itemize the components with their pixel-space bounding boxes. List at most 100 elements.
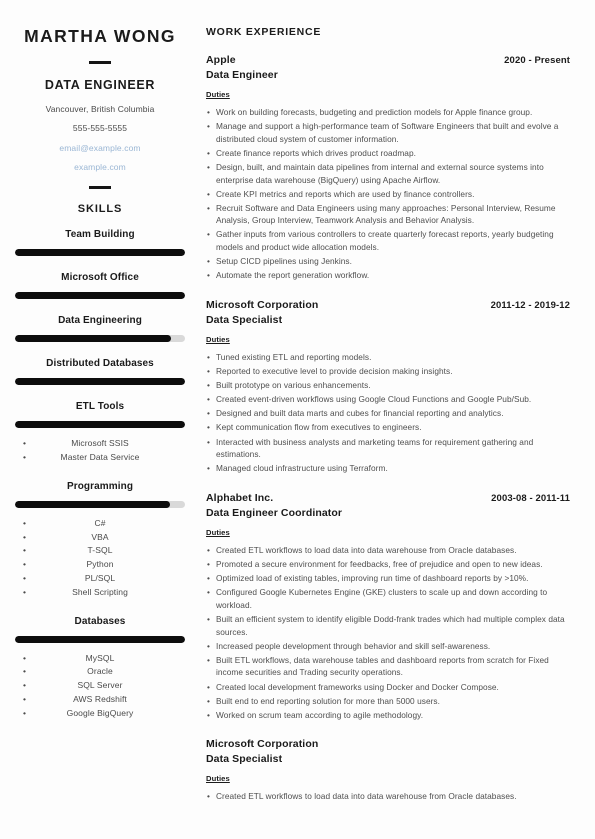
duty-item: Created ETL workflows to load data into … [206,544,570,557]
list-item: Oracle [15,665,185,679]
job-role: Data Specialist [206,753,283,766]
list-item: VBA [15,531,185,545]
skill-block: Distributed Databases [15,358,185,386]
skill-name: Databases [74,615,126,627]
duties-list: Work on building forecasts, budgeting an… [206,106,570,282]
name-divider [89,61,111,64]
duty-item: Interacted with business analysts and ma… [206,436,570,461]
candidate-location: Vancouver, British Columbia [45,104,155,114]
list-item: Shell Scripting [15,586,185,600]
skill-block: Programming C#VBAT-SQLPythonPL/SQLShell S… [15,481,185,600]
list-item: C# [15,517,185,531]
duty-item: Built ETL workflows, data warehouse tabl… [206,654,570,679]
skills-divider [89,186,111,190]
job-entry: Microsoft Corporation Data Specialist Duti… [206,738,570,803]
duty-item: Automate the report generation workflow. [206,269,570,282]
duties-list: Created ETL workflows to load data into … [206,790,570,803]
skill-block: Databases MySQLOracleSQL ServerAWS Redshi… [15,616,185,721]
duty-item: Create KPI metrics and reports which are… [206,188,570,201]
duty-item: Setup CICD pipelines using Jenkins. [206,255,570,268]
skill-level-fill [15,378,185,386]
job-header: Microsoft Corporation [206,738,570,750]
skill-item-list: C#VBAT-SQLPythonPL/SQLShell Scripting [15,517,185,600]
candidate-phone: 555-555-5555 [72,123,128,134]
duty-item: Designed and built data marts and cubes … [206,407,570,420]
list-item: SQL Server [15,679,185,693]
job-entry: Apple 2020 - Present Data Engineer Duties Wo… [206,54,570,282]
job-list: Apple 2020 - Present Data Engineer Duties Wo… [206,54,570,803]
duty-item: Built prototype on various enhancements. [206,379,570,392]
duty-item: Create finance reports which drives prod… [206,147,570,160]
list-item: Google BigQuery [15,707,185,721]
skill-level-fill [15,249,185,257]
job-header: Microsoft Corporation 2011-12 - 2019-12 [206,299,570,311]
job-dates: 2003-08 - 2011-11 [491,492,570,504]
duty-item: Kept communication flow from executives … [206,421,570,434]
skill-block: ETL Tools Microsoft SSISMaster Data Servi… [15,401,185,465]
duties-label: Duties [206,334,230,344]
job-entry: Microsoft Corporation 2011-12 - 2019-12 Da… [206,299,570,475]
skill-level-fill [15,421,185,429]
skill-block: Microsoft Office [15,272,185,300]
skill-block: Data Engineering [15,315,185,343]
duty-item: Configured Google Kubernetes Engine (GKE… [206,586,570,611]
list-item: Microsoft SSIS [15,437,185,451]
skill-name: Distributed Databases [46,358,154,370]
job-role: Data Engineer [206,69,278,81]
list-item: AWS Redshift [15,693,185,707]
skill-name: Team Building [65,229,135,241]
skill-name: Microsoft Office [61,272,139,284]
duties-label: Duties [206,527,230,537]
job-header: Apple 2020 - Present [206,54,570,66]
duty-item: Increased people development through beh… [206,640,570,653]
job-dates: 2011-12 - 2019-12 [490,299,570,311]
duty-item: Optimized load of existing tables, impro… [206,572,570,585]
skill-level-bar [15,335,185,343]
skill-level-bar [15,378,185,386]
duty-item: Promoted a secure environment for feedba… [206,558,570,571]
duty-item: Design, built, and maintain data pipelin… [206,161,570,186]
list-item: T-SQL [15,544,185,558]
job-dates: 2020 - Present [504,55,570,66]
skill-item-list: Microsoft SSISMaster Data Service [15,437,185,465]
skill-level-bar [15,292,185,300]
resume-page: MARTHA WONG DATA ENGINEER Vancouver, Bri… [0,0,595,839]
duties-list: Tuned existing ETL and reporting models.… [206,351,570,475]
job-company: Alphabet Inc. [206,491,274,504]
duty-item: Recruit Software and Data Engineers usin… [206,202,570,227]
duty-item: Created ETL workflows to load data into … [206,790,570,803]
job-role: Data Engineer Coordinator [206,506,343,519]
duty-item: Managed cloud infrastructure using Terra… [206,462,570,475]
duty-item: Work on building forecasts, budgeting an… [206,106,570,119]
list-item: Master Data Service [15,451,185,465]
duty-item: Manage and support a high-performance te… [206,120,570,145]
skill-level-fill [15,335,172,343]
duty-item: Reported to executive level to provide d… [206,365,570,378]
job-entry: Alphabet Inc. 2003-08 - 2011-11 Data Engin… [206,492,570,721]
duty-item: Created local development frameworks usi… [206,681,570,694]
list-item: Python [15,558,185,572]
job-company: Microsoft Corporation [206,738,319,751]
job-company: Apple [206,54,236,66]
skill-level-bar [15,635,185,643]
duty-item: Gather inputs from various controllers t… [206,228,570,253]
list-item: MySQL [15,652,185,666]
skills-divider-wrap [15,186,185,190]
skill-level-bar [15,249,185,257]
skill-block: Team Building [15,229,185,257]
skill-item-list: MySQLOracleSQL ServerAWS RedshiftGoogle … [15,652,185,721]
skills-list: Team Building Microsoft Office Data Engine… [15,229,185,720]
skill-name: Data Engineering [58,315,142,327]
duty-item: Tuned existing ETL and reporting models. [206,351,570,364]
skill-name: ETL Tools [75,401,125,413]
skills-heading: SKILLS [77,203,123,216]
skill-name: Programming [66,480,134,492]
candidate-job-title: DATA ENGINEER [44,78,156,92]
duty-item: Created event-driven workflows using Goo… [206,393,570,406]
duty-item: Built an efficient system to identify el… [206,613,570,638]
skill-level-fill [15,500,170,508]
skill-level-fill [15,635,185,643]
candidate-website-link[interactable]: example.com [15,162,185,172]
candidate-email-link[interactable]: email@example.com [15,143,185,153]
skill-level-bar [15,421,185,429]
